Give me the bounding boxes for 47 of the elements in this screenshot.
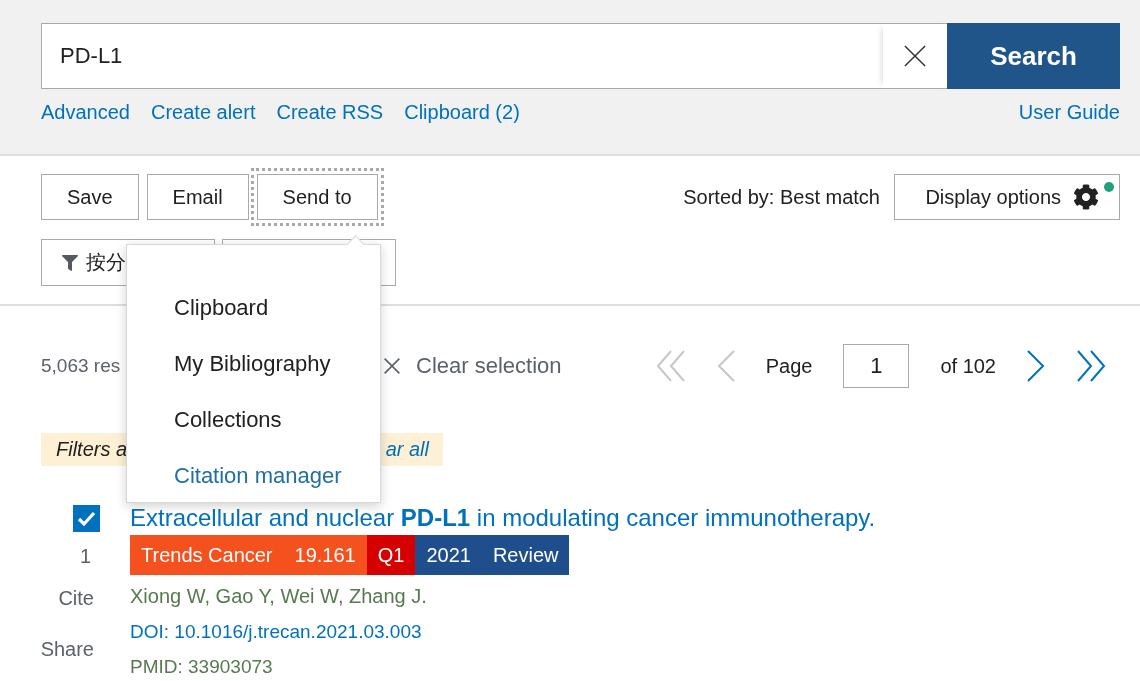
search-link[interactable]: Clipboard (2) (404, 100, 520, 124)
result-number: 1 (79, 544, 91, 568)
clear-filters-link[interactable]: ar all (385, 438, 429, 461)
menu-item[interactable]: My Bibliography (127, 336, 380, 392)
journal-tag: 19.161 (283, 535, 367, 575)
close-icon (384, 358, 400, 374)
checkbox[interactable] (73, 505, 100, 532)
cite-link[interactable]: Cite (58, 586, 94, 610)
close-icon (904, 45, 926, 67)
page-label: Page (765, 354, 813, 378)
article-title-link[interactable]: Extracellular and nuclear PD-L1 in modulating cancer immunotherapy. (130, 505, 876, 531)
journal-tag: Trends Cancer (130, 535, 284, 575)
journal-tag: 2021 (415, 535, 482, 575)
funnel-icon (62, 254, 78, 271)
action-button[interactable]: Send to (250, 168, 384, 226)
filters-notice-text: Filters a (56, 438, 128, 461)
page-number-field[interactable]: 1 (843, 344, 910, 388)
search-link[interactable]: Create alert (150, 100, 256, 124)
menu-item[interactable]: Clipboard (127, 280, 380, 336)
action-button[interactable]: Save (41, 174, 139, 220)
pmid-text: PMID: 33903073 (130, 655, 273, 679)
results-count: 5,063 res (41, 355, 121, 377)
action-button[interactable]: Email (146, 174, 249, 220)
authors-text: Xiong W, Gao Y, Wei W, Zhang J. (130, 584, 427, 608)
journal-tag: Q1 (366, 535, 416, 575)
search-button[interactable]: Search (947, 23, 1120, 89)
gear-icon (1073, 184, 1099, 210)
last-page-button[interactable] (1076, 350, 1106, 382)
doi-link[interactable]: DOI: 10.1016/j.trecan.2021.03.003 (130, 620, 422, 644)
journal-tag: Review (481, 535, 570, 575)
page-total: of 102 (940, 354, 996, 378)
search-link[interactable]: Create RSS (276, 100, 384, 124)
share-link[interactable]: Share (40, 637, 94, 661)
double-chevron-right-icon (1076, 350, 1106, 382)
menu-item[interactable]: Citation manager (127, 448, 380, 504)
double-chevron-left-icon (655, 350, 686, 382)
display-options-button[interactable]: Display options (894, 174, 1120, 220)
menu-item[interactable]: Collections (127, 392, 380, 448)
search-link[interactable]: Advanced (41, 100, 130, 124)
search-field[interactable]: PD-L1 (41, 23, 883, 89)
chevron-left-icon (716, 350, 735, 382)
sort-label: Sorted by: Best match (683, 185, 880, 209)
clear-search-button[interactable] (883, 23, 947, 89)
next-page-button[interactable] (1027, 350, 1045, 382)
chevron-right-icon (1027, 350, 1045, 382)
clear-selection-link[interactable]: Clear selection (416, 353, 562, 379)
user-guide-link[interactable]: User Guide (1018, 100, 1120, 124)
